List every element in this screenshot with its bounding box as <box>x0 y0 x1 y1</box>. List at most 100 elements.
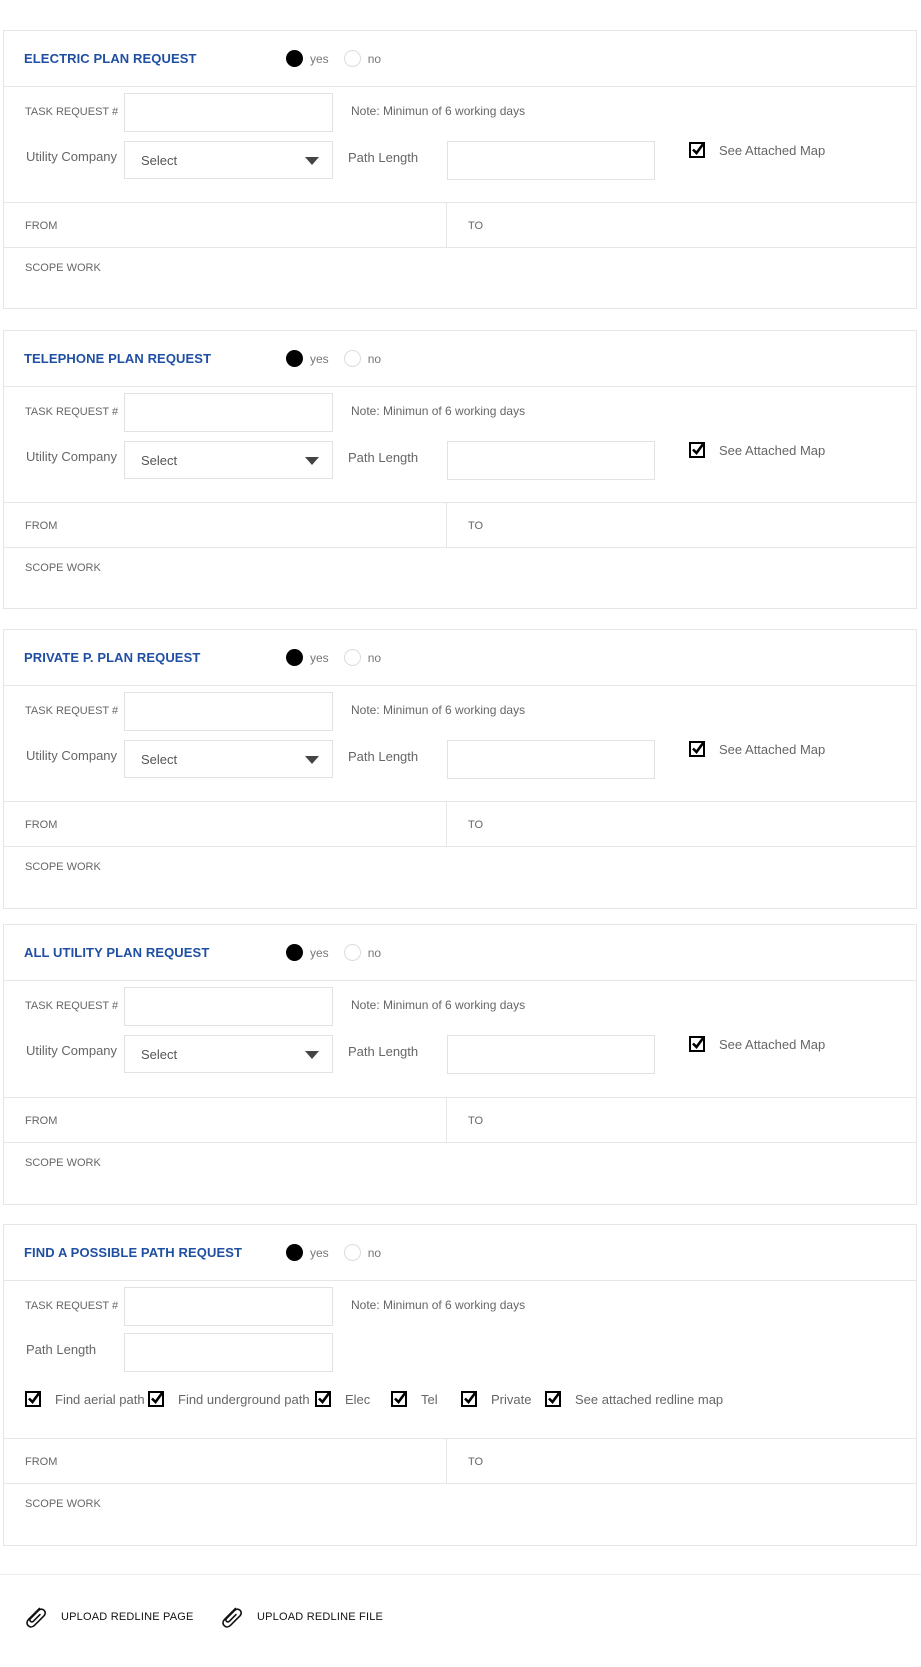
checkbox-checked-icon <box>689 1036 705 1052</box>
divider <box>4 846 916 847</box>
divider <box>4 247 916 248</box>
checkbox-checked-icon <box>25 1391 41 1407</box>
from-label[interactable]: FROM <box>25 819 57 831</box>
checkbox-checked-icon <box>315 1391 331 1407</box>
section-title: FIND A POSSIBLE PATH REQUEST <box>24 1245 243 1260</box>
section-header: FIND A POSSIBLE PATH REQUEST yes no <box>4 1225 916 1281</box>
utility-company-select[interactable]: Select <box>124 740 333 778</box>
from-label[interactable]: FROM <box>25 220 57 232</box>
tel-checkbox[interactable]: Tel <box>391 1391 438 1407</box>
section-header: ALL UTILITY PLAN REQUEST yes no <box>4 925 916 981</box>
path-length-input[interactable] <box>447 1035 655 1074</box>
task-request-label: TASK REQUEST # <box>25 106 119 118</box>
scope-work-label[interactable]: SCOPE WORK <box>25 562 101 574</box>
elec-label: Elec <box>345 1391 371 1407</box>
task-request-label: TASK REQUEST # <box>25 406 119 418</box>
task-request-input[interactable] <box>124 987 333 1026</box>
task-request-label: TASK REQUEST # <box>25 1300 119 1312</box>
path-length-input[interactable] <box>124 1333 333 1372</box>
find-aerial-path-checkbox[interactable]: Find aerial path <box>25 1391 145 1407</box>
elec-checkbox[interactable]: Elec <box>315 1391 370 1407</box>
see-attached-map-checkbox[interactable]: See Attached Map <box>689 442 825 458</box>
find-path-section: FIND A POSSIBLE PATH REQUEST yes no TASK… <box>3 1224 917 1546</box>
utility-company-select[interactable]: Select <box>124 141 333 179</box>
see-attached-map-checkbox[interactable]: See Attached Map <box>689 142 825 158</box>
see-attached-map-checkbox[interactable]: See Attached Map <box>689 741 825 757</box>
no-radio[interactable] <box>343 1244 361 1261</box>
scope-work-label[interactable]: SCOPE WORK <box>25 1157 101 1169</box>
see-attached-map-checkbox[interactable]: See Attached Map <box>689 1036 825 1052</box>
task-request-input[interactable] <box>124 393 333 432</box>
yes-radio[interactable] <box>286 649 303 666</box>
yes-radio[interactable] <box>286 944 303 961</box>
path-length-input[interactable] <box>447 740 655 779</box>
yes-label: yes <box>310 351 329 366</box>
scope-work-label[interactable]: SCOPE WORK <box>25 861 101 873</box>
task-request-input[interactable] <box>124 93 333 132</box>
no-radio[interactable] <box>343 649 361 666</box>
path-length-label: Path Length <box>26 1342 97 1357</box>
path-length-label: Path Length <box>348 749 419 764</box>
see-attached-redline-map-checkbox[interactable]: See attached redline map <box>545 1391 723 1407</box>
yes-no-radio-group: yes no <box>286 649 396 666</box>
yes-no-radio-group: yes no <box>286 350 396 367</box>
yes-label: yes <box>310 1245 329 1260</box>
utility-company-label: Utility Company <box>26 1043 118 1058</box>
select-value: Select <box>141 153 178 168</box>
paperclip-icon <box>222 1607 243 1628</box>
scope-work-label[interactable]: SCOPE WORK <box>25 1498 101 1510</box>
to-label[interactable]: TO <box>468 220 483 232</box>
path-length-input[interactable] <box>447 141 655 180</box>
section-header: ELECTRIC PLAN REQUEST yes no <box>4 31 916 87</box>
scope-work-label[interactable]: SCOPE WORK <box>25 262 101 274</box>
electric-plan-section: ELECTRIC PLAN REQUEST yes no TASK REQUES… <box>3 30 917 309</box>
no-radio[interactable] <box>343 944 361 961</box>
yes-radio[interactable] <box>286 1244 303 1261</box>
checkbox-checked-icon <box>689 741 705 757</box>
from-label[interactable]: FROM <box>25 520 57 532</box>
to-label[interactable]: TO <box>468 1456 483 1468</box>
utility-company-label: Utility Company <box>26 449 118 464</box>
path-length-input[interactable] <box>447 441 655 480</box>
section-title: PRIVATE P. PLAN REQUEST <box>24 650 201 665</box>
yes-no-radio-group: yes no <box>286 50 396 67</box>
to-label[interactable]: TO <box>468 819 483 831</box>
utility-company-select[interactable]: Select <box>124 441 333 479</box>
section-title: ALL UTILITY PLAN REQUEST <box>24 945 210 960</box>
divider <box>4 202 916 203</box>
all-utility-plan-section: ALL UTILITY PLAN REQUEST yes no TASK REQ… <box>3 924 917 1205</box>
select-value: Select <box>141 1047 178 1062</box>
divider <box>4 1142 916 1143</box>
path-length-label: Path Length <box>348 150 419 165</box>
upload-redline-file-button[interactable]: UPLOAD REDLINE FILE <box>218 1603 383 1630</box>
section-title: TELEPHONE PLAN REQUEST <box>24 351 212 366</box>
private-plan-section: PRIVATE P. PLAN REQUEST yes no TASK REQU… <box>3 629 917 909</box>
find-underground-path-checkbox[interactable]: Find underground path <box>148 1391 310 1407</box>
chevron-down-icon <box>305 157 319 165</box>
yes-radio[interactable] <box>286 350 303 367</box>
checkbox-checked-icon <box>689 142 705 158</box>
yes-label: yes <box>310 945 329 960</box>
divider <box>4 801 916 802</box>
task-request-input[interactable] <box>124 1287 333 1326</box>
note-text: Note: Minimun of 6 working days <box>351 404 526 418</box>
to-label[interactable]: TO <box>468 1115 483 1127</box>
no-radio[interactable] <box>343 50 361 67</box>
upload-redline-page-label: UPLOAD REDLINE PAGE <box>61 1610 194 1623</box>
task-request-input[interactable] <box>124 692 333 731</box>
utility-company-label: Utility Company <box>26 149 118 164</box>
upload-redline-page-button[interactable]: UPLOAD REDLINE PAGE <box>22 1603 194 1630</box>
from-label[interactable]: FROM <box>25 1115 57 1127</box>
note-text: Note: Minimun of 6 working days <box>351 998 526 1012</box>
select-value: Select <box>141 752 178 767</box>
divider <box>0 1574 921 1575</box>
to-label[interactable]: TO <box>468 520 483 532</box>
private-checkbox[interactable]: Private <box>461 1391 531 1407</box>
section-header: PRIVATE P. PLAN REQUEST yes no <box>4 630 916 686</box>
divider <box>4 547 916 548</box>
utility-company-select[interactable]: Select <box>124 1035 333 1073</box>
no-radio[interactable] <box>343 350 361 367</box>
yes-radio[interactable] <box>286 50 303 67</box>
divider <box>446 801 447 846</box>
from-label[interactable]: FROM <box>25 1456 57 1468</box>
